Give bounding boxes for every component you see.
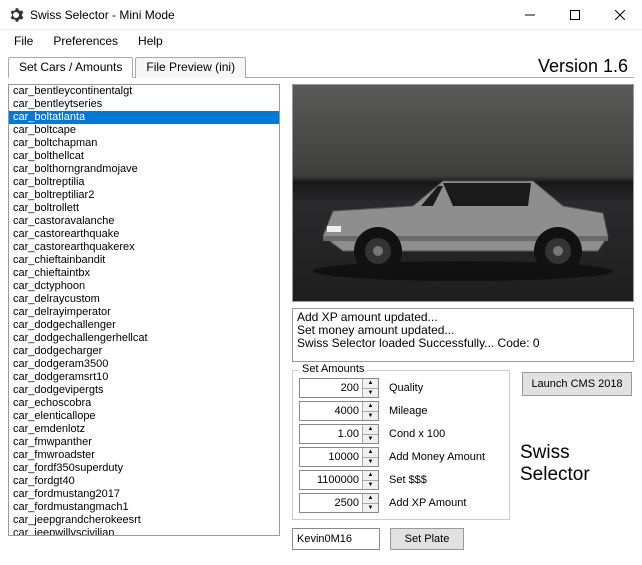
list-item[interactable]: car_delraycustom <box>9 293 279 306</box>
list-item[interactable]: car_castoravalanche <box>9 215 279 228</box>
xp-label: Add XP Amount <box>389 497 466 509</box>
list-item[interactable]: car_elenticallope <box>9 410 279 423</box>
list-item[interactable]: car_bolthorngrandmojave <box>9 163 279 176</box>
list-item[interactable]: car_castorearthquakerex <box>9 241 279 254</box>
set-amounts-legend: Set Amounts <box>299 363 367 375</box>
menu-file[interactable]: File <box>4 32 43 50</box>
list-item[interactable]: car_dodgechallenger <box>9 319 279 332</box>
list-item[interactable]: car_dodgeramsrt10 <box>9 371 279 384</box>
list-item[interactable]: car_bolthellcat <box>9 150 279 163</box>
tab-set-cars[interactable]: Set Cars / Amounts <box>8 57 133 78</box>
log-line: Swiss Selector loaded Successfully... Co… <box>297 337 629 350</box>
set-plate-button[interactable]: Set Plate <box>390 528 464 550</box>
list-item[interactable]: car_dodgecharger <box>9 345 279 358</box>
setmoney-input[interactable] <box>300 471 362 489</box>
mileage-stepper[interactable]: ▲▼ <box>362 402 378 420</box>
minimize-button[interactable] <box>507 0 552 29</box>
list-item[interactable]: car_delrayimperator <box>9 306 279 319</box>
list-item[interactable]: car_emdenlotz <box>9 423 279 436</box>
list-item[interactable]: car_boltatlanta <box>9 111 279 124</box>
money-input[interactable] <box>300 448 362 466</box>
plate-input[interactable] <box>292 528 380 550</box>
menubar: File Preferences Help <box>0 30 642 52</box>
list-item[interactable]: car_castorearthquake <box>9 228 279 241</box>
quality-input[interactable] <box>300 379 362 397</box>
quality-label: Quality <box>389 382 423 394</box>
money-stepper[interactable]: ▲▼ <box>362 448 378 466</box>
mileage-input[interactable] <box>300 402 362 420</box>
menu-help[interactable]: Help <box>128 32 173 50</box>
list-item[interactable]: car_dodgechallengerhellcat <box>9 332 279 345</box>
list-item[interactable]: car_boltreptilia <box>9 176 279 189</box>
titlebar: Swiss Selector - Mini Mode <box>0 0 642 30</box>
tabstrip: Set Cars / Amounts File Preview (ini) Ve… <box>8 56 634 78</box>
list-item[interactable]: car_boltrollett <box>9 202 279 215</box>
setmoney-stepper[interactable]: ▲▼ <box>362 471 378 489</box>
tab-file-preview[interactable]: File Preview (ini) <box>135 57 246 78</box>
cond-stepper[interactable]: ▲▼ <box>362 425 378 443</box>
list-item[interactable]: car_echoscobra <box>9 397 279 410</box>
list-item[interactable]: car_fmwroadster <box>9 449 279 462</box>
set-amounts-group: Set Amounts ▲▼Quality ▲▼Mileage ▲▼Cond x… <box>292 370 510 520</box>
list-item[interactable]: car_fordf350superduty <box>9 462 279 475</box>
brand-label: Swiss Selector <box>520 442 634 486</box>
list-item[interactable]: car_chieftaintbx <box>9 267 279 280</box>
list-item[interactable]: car_dodgevipergts <box>9 384 279 397</box>
car-listbox[interactable]: car_bentleycontinentalgtcar_bentleytseri… <box>8 84 280 536</box>
list-item[interactable]: car_boltchapman <box>9 137 279 150</box>
setmoney-label: Set $$$ <box>389 474 427 486</box>
launch-button[interactable]: Launch CMS 2018 <box>522 372 632 396</box>
xp-stepper[interactable]: ▲▼ <box>362 494 378 512</box>
cond-input[interactable] <box>300 425 362 443</box>
list-item[interactable]: car_fordgt40 <box>9 475 279 488</box>
list-item[interactable]: car_fmwpanther <box>9 436 279 449</box>
close-button[interactable] <box>597 0 642 29</box>
menu-preferences[interactable]: Preferences <box>43 32 128 50</box>
maximize-button[interactable] <box>552 0 597 29</box>
window-title: Swiss Selector - Mini Mode <box>30 8 507 22</box>
log-textbox[interactable]: Add XP amount updated... Set money amoun… <box>292 308 634 362</box>
list-item[interactable]: car_dctyphoon <box>9 280 279 293</box>
list-item[interactable]: car_bentleytseries <box>9 98 279 111</box>
list-item[interactable]: car_jeepwillyscivilian <box>9 527 279 536</box>
list-item[interactable]: car_fordmustang2017 <box>9 488 279 501</box>
version-label: Version 1.6 <box>538 56 634 77</box>
list-item[interactable]: car_bentleycontinentalgt <box>9 85 279 98</box>
gear-icon <box>8 7 24 23</box>
list-item[interactable]: car_boltcape <box>9 124 279 137</box>
money-label: Add Money Amount <box>389 451 485 463</box>
quality-stepper[interactable]: ▲▼ <box>362 379 378 397</box>
list-item[interactable]: car_chieftainbandit <box>9 254 279 267</box>
list-item[interactable]: car_jeepgrandcherokeesrt <box>9 514 279 527</box>
list-item[interactable]: car_fordmustangmach1 <box>9 501 279 514</box>
cond-label: Cond x 100 <box>389 428 445 440</box>
list-item[interactable]: car_boltreptiliar2 <box>9 189 279 202</box>
car-preview <box>292 84 634 302</box>
xp-input[interactable] <box>300 494 362 512</box>
mileage-label: Mileage <box>389 405 428 417</box>
list-item[interactable]: car_dodgeram3500 <box>9 358 279 371</box>
